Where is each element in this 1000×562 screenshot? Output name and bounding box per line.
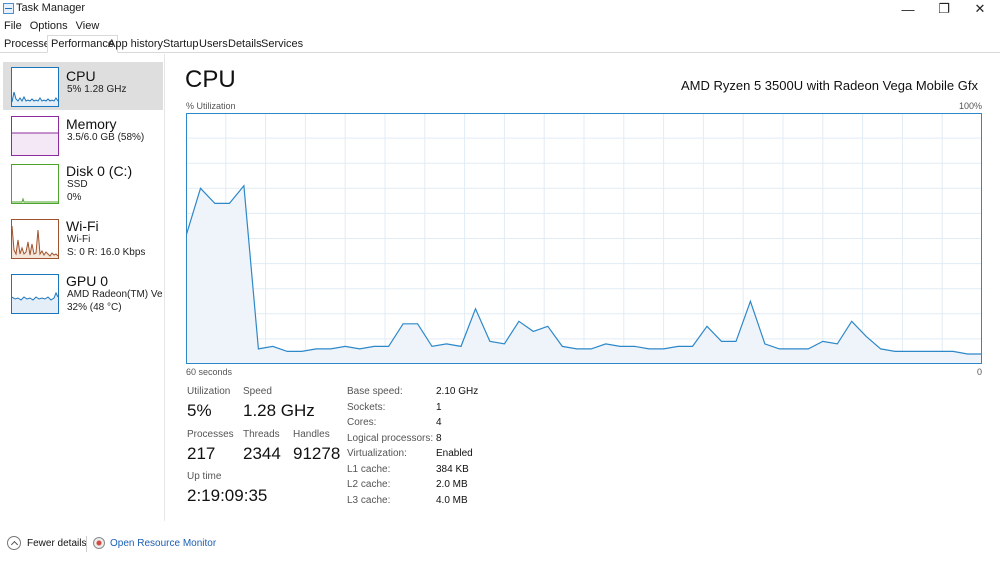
sidebar-memory-usage: 3.5/6.0 GB (58%) <box>67 132 145 143</box>
sidebar-item-disk[interactable]: Disk 0 (C:) SSD 0% <box>3 158 163 208</box>
task-manager-icon <box>3 3 14 14</box>
cpu-graph-svg <box>186 113 982 364</box>
resource-list: CPU 5% 1.28 GHz Memory 3.5/6.0 GB (58%) … <box>0 54 165 521</box>
spec-sockets-label: Sockets: <box>347 402 386 413</box>
tab-bar: Processes Performance App history Startu… <box>0 35 1000 53</box>
graph-time-zero: 0 <box>976 367 982 377</box>
spec-l3-cache-label: L3 cache: <box>347 495 391 506</box>
close-button[interactable]: ✕ <box>962 0 998 18</box>
sidebar-disk-usage: 0% <box>67 192 82 203</box>
utilization-axis-label: % Utilization <box>186 101 236 111</box>
footer-divider <box>86 536 87 552</box>
spec-logical-processors-value: 8 <box>436 433 442 444</box>
threads-value: 2344 <box>243 444 281 463</box>
restore-button[interactable]: ❐ <box>926 0 962 18</box>
resource-monitor-icon <box>93 537 105 549</box>
fewer-details-button[interactable]: Fewer details <box>27 538 86 549</box>
menu-file[interactable]: File <box>0 18 26 35</box>
menu-view[interactable]: View <box>72 18 104 35</box>
graph-time-span: 60 seconds <box>186 367 233 377</box>
sidebar-cpu-usage: 5% 1.28 GHz <box>67 84 127 95</box>
memory-thumbnail <box>11 116 59 156</box>
menu-bar: File Options View <box>0 18 103 35</box>
spec-virtualization-label: Virtualization: <box>347 448 407 459</box>
spec-l1-cache-label: L1 cache: <box>347 464 391 475</box>
menu-options[interactable]: Options <box>26 18 72 35</box>
minimize-button[interactable]: — <box>890 0 926 18</box>
sidebar-item-cpu[interactable]: CPU 5% 1.28 GHz <box>3 62 163 110</box>
handles-value: 91278 <box>293 444 341 463</box>
sidebar-memory-title: Memory <box>66 116 117 132</box>
spec-base-speed-label: Base speed: <box>347 386 403 397</box>
cpu-utilization-graph <box>186 113 982 364</box>
page-title: CPU <box>185 66 236 93</box>
handles-label: Handles <box>293 429 330 440</box>
sidebar-item-gpu[interactable]: GPU 0 AMD Radeon(TM) Veg... 32% (48 °C) <box>3 267 163 317</box>
spec-sockets-value: 1 <box>436 402 442 413</box>
spec-l1-cache-value: 384 KB <box>436 464 469 475</box>
sidebar-gpu-model: AMD Radeon(TM) Veg... <box>67 289 163 300</box>
spec-base-speed-value: 2.10 GHz <box>436 386 479 397</box>
spec-virtualization-value: Enabled <box>436 448 473 459</box>
utilization-axis-max: 100% <box>958 101 982 111</box>
sidebar-gpu-title: GPU 0 <box>66 273 109 289</box>
tab-services[interactable]: Services <box>258 37 306 53</box>
sidebar-item-wifi[interactable]: Wi-Fi Wi-Fi S: 0 R: 16.0 Kbps <box>3 212 163 262</box>
tab-app-history[interactable]: App history <box>105 37 166 53</box>
spec-l2-cache-value: 2.0 MB <box>436 479 468 490</box>
spec-l3-cache-value: 4.0 MB <box>436 495 468 506</box>
sidebar-gpu-usage: 32% (48 °C) <box>67 302 122 313</box>
utilization-label: Utilization <box>187 386 231 397</box>
cpu-model-name: AMD Ryzen 5 3500U with Radeon Vega Mobil… <box>681 78 978 93</box>
processes-value: 217 <box>187 444 216 463</box>
speed-label: Speed <box>243 386 272 397</box>
cpu-thumbnail <box>11 67 59 107</box>
open-resource-monitor-link[interactable]: Open Resource Monitor <box>110 538 216 549</box>
threads-label: Threads <box>243 429 280 440</box>
gpu-thumbnail <box>11 274 59 314</box>
sidebar-item-memory[interactable]: Memory 3.5/6.0 GB (58%) <box>3 111 163 159</box>
sidebar-wifi-throughput: S: 0 R: 16.0 Kbps <box>67 247 146 258</box>
sidebar-disk-title: Disk 0 (C:) <box>66 163 133 179</box>
speed-value: 1.28 GHz <box>243 401 315 420</box>
uptime-label: Up time <box>187 471 222 482</box>
title-bar: Task Manager — ❐ ✕ <box>0 0 1000 18</box>
sidebar-wifi-name: Wi-Fi <box>67 234 91 245</box>
processes-label: Processes <box>187 429 234 440</box>
window-title: Task Manager <box>16 2 86 14</box>
chevron-up-icon[interactable] <box>7 536 21 550</box>
uptime-value: 2:19:09:35 <box>187 486 268 505</box>
sidebar-disk-type: SSD <box>67 179 88 190</box>
utilization-value: 5% <box>187 401 212 420</box>
wifi-thumbnail <box>11 219 59 259</box>
spec-logical-processors-label: Logical processors: <box>347 433 434 444</box>
sidebar-wifi-title: Wi-Fi <box>66 218 99 234</box>
footer-bar: Fewer details Open Resource Monitor <box>0 532 1000 556</box>
spec-cores-value: 4 <box>436 417 442 428</box>
spec-cores-label: Cores: <box>347 417 377 428</box>
sidebar-cpu-title: CPU <box>66 68 96 84</box>
disk-thumbnail <box>11 164 59 204</box>
spec-l2-cache-label: L2 cache: <box>347 479 391 490</box>
